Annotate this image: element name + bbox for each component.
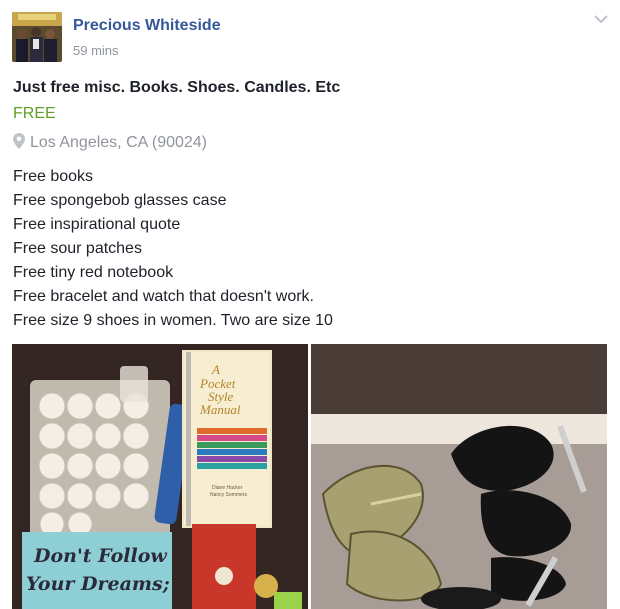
- description-line: Free bracelet and watch that doesn't wor…: [13, 288, 314, 305]
- candle-pack: [30, 366, 170, 540]
- listing-price: FREE: [13, 105, 56, 122]
- style-manual-book: A Pocket Style Manual Diane Hacker Nancy…: [182, 350, 272, 528]
- description-line: Free sour patches: [13, 240, 142, 257]
- avatar[interactable]: [12, 12, 62, 62]
- listing-title: Just free misc. Books. Shoes. Candles. E…: [13, 79, 341, 96]
- description-line: Free size 9 shoes in women. Two are size…: [13, 312, 333, 329]
- description-line: Free inspirational quote: [13, 216, 181, 233]
- svg-text:Manual: Manual: [199, 402, 241, 417]
- location-label: Los Angeles, CA (90024): [30, 134, 208, 151]
- svg-text:Nancy Sommers: Nancy Sommers: [210, 492, 247, 498]
- listing-photo-items[interactable]: A Pocket Style Manual Diane Hacker Nancy…: [12, 344, 308, 609]
- listing-description: Free books Free spongebob glasses case F…: [13, 165, 333, 333]
- svg-text:Don't Follow: Don't Follow: [33, 545, 167, 567]
- svg-text:Diane Hacker: Diane Hacker: [212, 485, 243, 491]
- listing-photo-shoes[interactable]: [311, 344, 607, 609]
- listing-location[interactable]: Los Angeles, CA (90024): [13, 133, 207, 152]
- description-line: Free books: [13, 168, 94, 185]
- post-timestamp[interactable]: 59 mins: [73, 43, 119, 58]
- description-line: Free spongebob glasses case: [13, 192, 227, 209]
- svg-text:A: A: [211, 362, 220, 377]
- author-name-link[interactable]: Precious Whiteside: [73, 17, 221, 35]
- description-line: Free tiny red notebook: [13, 264, 174, 281]
- quote-sign: Don't Follow Your Dreams;: [22, 532, 172, 609]
- svg-text:Your Dreams;: Your Dreams;: [26, 573, 170, 595]
- chevron-down-icon[interactable]: [592, 12, 610, 26]
- map-pin-icon: [13, 133, 25, 149]
